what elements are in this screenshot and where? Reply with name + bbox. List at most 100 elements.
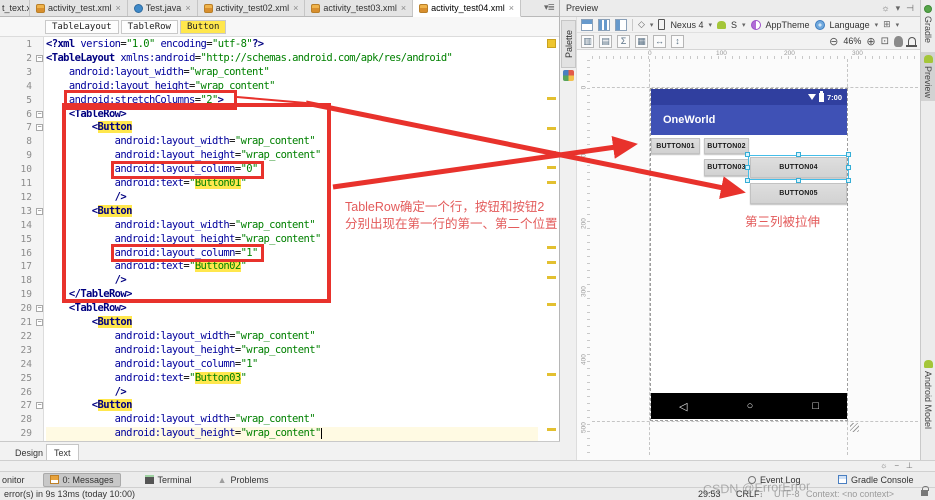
code-line[interactable]: android:layout_height="wrap_content" — [46, 149, 538, 163]
zoom-out-icon[interactable]: ⊖ — [829, 35, 838, 48]
layout-variant-icon[interactable] — [581, 18, 593, 31]
columns-icon[interactable]: ▥ — [581, 34, 594, 48]
warning-stripe-mark[interactable] — [547, 261, 556, 264]
close-icon[interactable]: × — [509, 3, 514, 13]
screens-icon[interactable]: ⊞ — [883, 19, 891, 30]
tab-activity-test02-xml[interactable]: activity_test02.xml × — [197, 0, 306, 16]
selection-handle[interactable] — [796, 152, 801, 157]
code-line[interactable]: android:layout_height="wrap_content" — [46, 427, 538, 441]
dock-icon[interactable]: ⊥ — [906, 461, 913, 470]
code-line[interactable]: android:layout_height="wrap_content" — [46, 233, 538, 247]
fold-marker-icon[interactable]: − — [36, 124, 43, 132]
code-line[interactable]: android:text="Button03" — [46, 371, 538, 386]
gear-icon[interactable]: ☼ — [880, 461, 887, 470]
warning-stripe-mark[interactable] — [547, 428, 556, 431]
messages-button[interactable]: 0: Messages — [42, 472, 121, 487]
inspection-indicator-icon[interactable] — [547, 39, 556, 48]
warning-stripe-mark[interactable] — [547, 276, 556, 279]
code-line[interactable]: <Button — [46, 316, 538, 330]
code-line[interactable]: android:stretchColumns="2"> — [46, 94, 538, 108]
palette-tool-tab[interactable]: Palette — [561, 20, 576, 68]
code-line[interactable]: android:layout_width="wrap_content" — [46, 413, 538, 427]
code-line[interactable]: android:text="Button02" — [46, 260, 538, 274]
warning-stripe-mark[interactable] — [547, 166, 556, 169]
orientation-icon[interactable]: ◇ — [638, 19, 645, 30]
code-line[interactable]: android:text="Button01" — [46, 177, 538, 191]
code-line[interactable]: /> — [46, 386, 538, 400]
fold-marker-icon[interactable]: − — [36, 305, 43, 313]
android-monitor-button[interactable]: onitor — [0, 474, 31, 486]
fold-marker-icon[interactable]: − — [36, 319, 43, 326]
sum-icon[interactable]: Σ — [617, 34, 630, 48]
notifications-bell-icon[interactable] — [906, 37, 917, 47]
line-separator[interactable]: CRLF↕ — [736, 489, 763, 499]
device-resize-handle[interactable] — [850, 423, 859, 432]
gradle-tool-tab[interactable]: Gradle — [921, 5, 935, 43]
gradle-console-button[interactable]: Gradle Console — [832, 474, 920, 486]
code-line[interactable]: <?xml version="1.0" encoding="utf-8"?> — [46, 38, 538, 52]
event-log-button[interactable]: Event Log — [742, 474, 807, 486]
code-line[interactable]: android:layout_column="1" — [46, 358, 538, 372]
warning-stripe-mark[interactable] — [547, 97, 556, 100]
code-line[interactable]: </TableRow> — [46, 288, 538, 302]
warning-stripe-mark[interactable] — [547, 303, 556, 306]
warning-stripe-mark[interactable] — [547, 373, 556, 376]
code-line[interactable]: <TableLayout xmlns:android="http://schem… — [46, 52, 538, 66]
selection-handle[interactable] — [846, 178, 851, 183]
code-line[interactable]: <TableRow> — [46, 108, 538, 122]
selection-handle[interactable] — [796, 178, 801, 183]
device-preview[interactable]: 7:00 OneWorld BUTTON01 BUTTON02 BUTTON03… — [650, 88, 851, 421]
theme-selector[interactable]: AppTheme — [766, 20, 810, 30]
selection-handle[interactable] — [745, 178, 750, 183]
tab-text[interactable]: Text — [46, 444, 79, 461]
grid-mode-icon[interactable]: ▦ — [635, 34, 648, 48]
problems-button[interactable]: ▲ Problems — [212, 474, 275, 486]
preview-tool-tab[interactable]: Preview — [921, 52, 935, 102]
language-selector[interactable]: Language — [830, 20, 870, 30]
code-line[interactable]: <TableRow> — [46, 302, 538, 316]
code-line[interactable]: android:layout_width="wrap_content" — [46, 135, 538, 149]
expand-horizontal-icon[interactable]: ↔ — [653, 34, 666, 48]
code-line[interactable]: android:layout_column="0" — [46, 163, 538, 177]
selection-handle[interactable] — [745, 152, 750, 157]
selection-handle[interactable] — [745, 165, 750, 170]
fold-marker-icon[interactable]: − — [36, 54, 43, 62]
warning-stripe-mark[interactable] — [547, 127, 556, 130]
code-line[interactable]: android:layout_height="wrap_content" — [46, 80, 538, 94]
android-model-tool-tab[interactable]: Android Model — [921, 360, 935, 429]
preview-button02[interactable]: BUTTON02 — [704, 138, 749, 154]
zoom-in-icon[interactable]: ⊕ — [866, 35, 875, 48]
code-line[interactable]: <Button — [46, 121, 538, 135]
code-line[interactable]: <Button — [46, 399, 538, 413]
tab-activity-test03-xml[interactable]: activity_test03.xml × — [305, 0, 414, 16]
preview-button01[interactable]: BUTTON01 — [651, 138, 700, 154]
tab-activity-test04-xml[interactable]: activity_test04.xml × — [413, 0, 521, 17]
preview-button03[interactable]: BUTTON03 — [704, 159, 749, 176]
layout-split-icon[interactable] — [615, 18, 627, 31]
context-widget[interactable]: Context: <no context> — [806, 489, 894, 499]
zoom-fit-icon[interactable]: ⊡ — [881, 36, 889, 47]
tab-design[interactable]: Design — [8, 444, 50, 461]
close-icon[interactable]: × — [401, 3, 406, 13]
layout-grid-icon[interactable] — [598, 18, 610, 31]
fold-marker-icon[interactable]: − — [36, 402, 43, 410]
selection-handle[interactable] — [846, 152, 851, 157]
file-encoding[interactable]: UTF-8 — [774, 489, 800, 499]
pan-hand-icon[interactable] — [894, 35, 903, 47]
code-line[interactable]: /> — [46, 274, 538, 288]
code-line[interactable]: android:layout_height="wrap_content" — [46, 344, 538, 358]
fold-marker-icon[interactable]: − — [36, 110, 43, 118]
tab-test-java[interactable]: Test.java × — [127, 0, 198, 16]
tab-list-menu-icon[interactable]: ▾≣ — [544, 2, 555, 13]
xml-code-editor[interactable]: 1 2 3 4 5 6 7 8 9 10 11 12 13 14 15 16 17 18 19 20 21 22 23 24 2… — [0, 37, 560, 441]
fold-marker-icon[interactable]: − — [36, 207, 43, 215]
terminal-button[interactable]: Terminal — [139, 474, 198, 486]
api-selector[interactable]: S — [731, 20, 737, 30]
minimize-icon[interactable]: − — [894, 461, 899, 470]
breadcrumb-tablerow[interactable]: TableRow — [120, 19, 178, 34]
warning-stripe-mark[interactable] — [547, 181, 556, 184]
lock-icon[interactable] — [921, 486, 929, 496]
hide-panel-icon[interactable]: ⊣ — [906, 3, 914, 14]
tab-t-text-xml[interactable]: t_text.xm × — [0, 0, 30, 16]
close-icon[interactable]: × — [293, 3, 298, 13]
